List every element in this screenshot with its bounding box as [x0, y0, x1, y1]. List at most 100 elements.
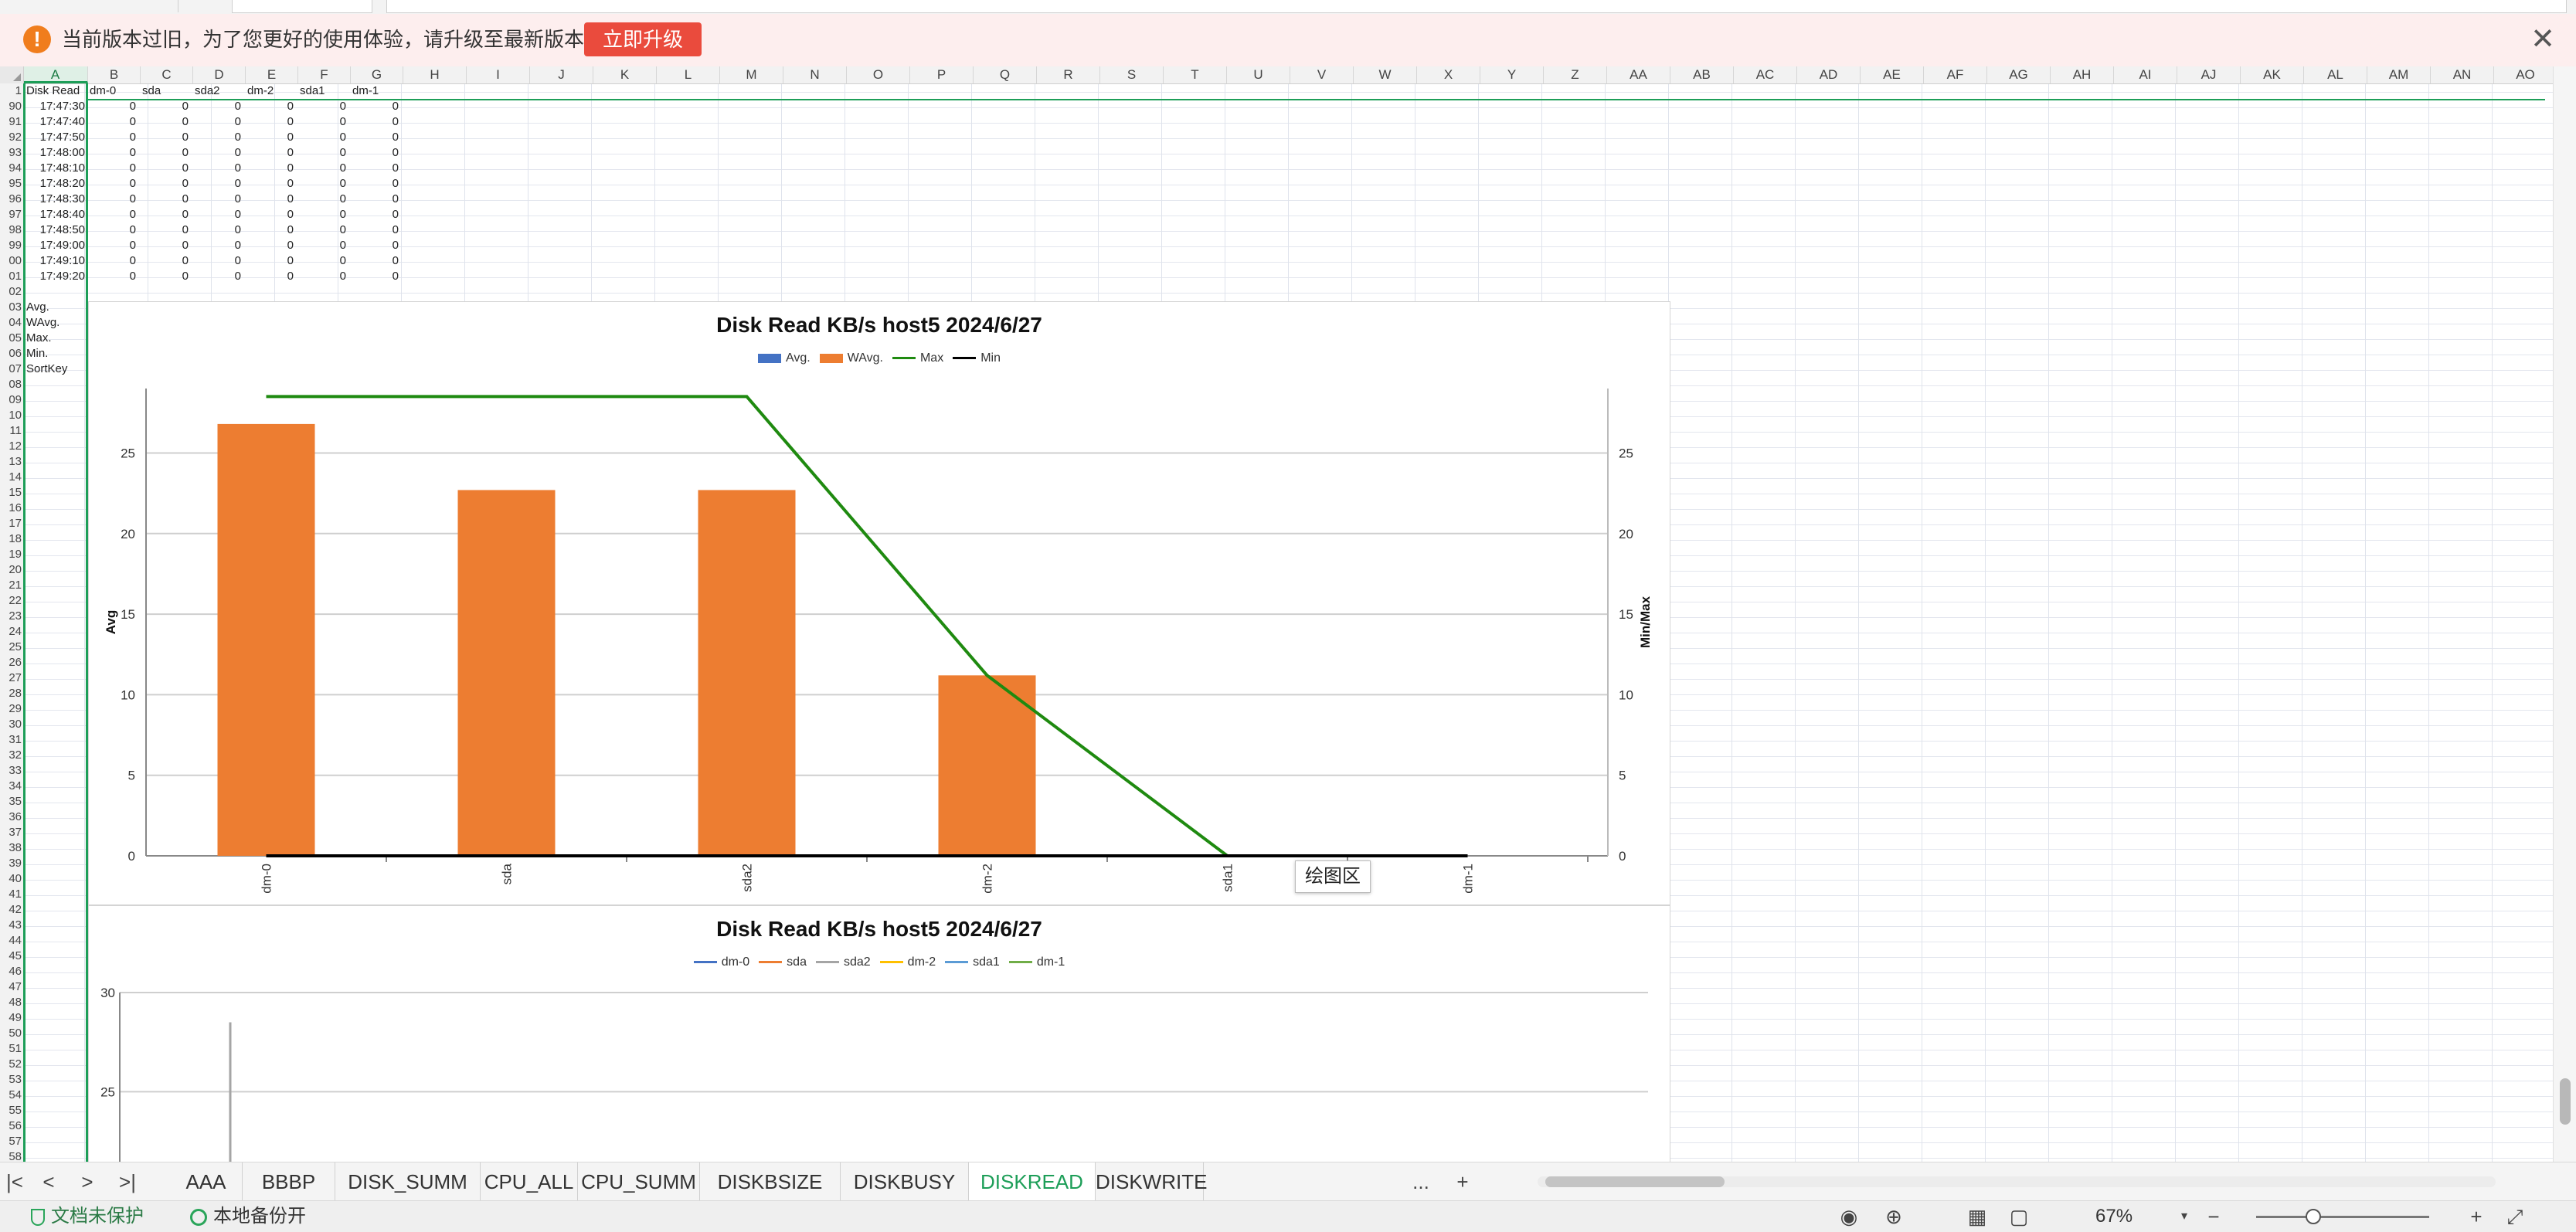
cell[interactable]: sda1 [300, 83, 351, 99]
cell[interactable]: 0 [193, 207, 241, 222]
cell[interactable]: 0 [193, 192, 241, 207]
row-header[interactable]: 00 [0, 253, 23, 269]
cell[interactable]: 0 [351, 114, 399, 130]
cell[interactable]: 0 [88, 130, 136, 145]
row-header[interactable]: 42 [0, 902, 23, 918]
cell[interactable]: 0 [351, 145, 399, 161]
column-header-E[interactable]: E [246, 66, 298, 83]
cell[interactable]: 0 [193, 99, 241, 114]
cell[interactable]: 0 [298, 130, 346, 145]
add-sheet-button[interactable]: + [1448, 1169, 1477, 1195]
row-header[interactable]: 10 [0, 408, 23, 423]
cell[interactable]: 0 [298, 176, 346, 192]
cell[interactable]: 0 [246, 253, 294, 269]
column-header-H[interactable]: H [403, 66, 467, 83]
close-icon[interactable]: ✕ [2527, 23, 2559, 56]
row-header[interactable]: 05 [0, 331, 23, 346]
row-header[interactable]: 03 [0, 300, 23, 315]
column-header-I[interactable]: I [467, 66, 530, 83]
cell[interactable]: Avg. [26, 300, 88, 315]
cell[interactable]: 0 [351, 253, 399, 269]
column-header-G[interactable]: G [351, 66, 403, 83]
cell[interactable]: 0 [298, 253, 346, 269]
row-header[interactable]: 98 [0, 222, 23, 238]
zoom-level[interactable]: 67% [2095, 1201, 2133, 1232]
cell[interactable]: sda [142, 83, 193, 99]
column-header-AN[interactable]: AN [2431, 66, 2494, 83]
column-header-AB[interactable]: AB [1670, 66, 1734, 83]
row-header[interactable]: 30 [0, 717, 23, 732]
fullscreen-icon[interactable]: ⤢ [2503, 1206, 2527, 1227]
cell[interactable]: 17:48:10 [26, 161, 85, 176]
cell[interactable]: 0 [141, 207, 189, 222]
row-header[interactable]: 51 [0, 1041, 23, 1057]
prev-sheet-button[interactable]: < [34, 1169, 63, 1195]
row-header[interactable]: 13 [0, 454, 23, 470]
row-header[interactable]: 14 [0, 470, 23, 485]
cell[interactable]: 0 [193, 238, 241, 253]
column-header-D[interactable]: D [193, 66, 246, 83]
cell[interactable]: 0 [246, 145, 294, 161]
zoom-slider[interactable] [2256, 1201, 2429, 1232]
cell[interactable]: 0 [298, 269, 346, 284]
column-header-T[interactable]: T [1164, 66, 1227, 83]
row-header[interactable]: 1 [0, 83, 23, 99]
cell[interactable]: 0 [193, 253, 241, 269]
row-header[interactable]: 08 [0, 377, 23, 392]
row-header[interactable]: 24 [0, 624, 23, 640]
sheet-tab-aaa[interactable]: AAA [170, 1162, 243, 1201]
cell[interactable]: 0 [351, 269, 399, 284]
column-header-N[interactable]: N [783, 66, 847, 83]
cell[interactable]: 0 [351, 99, 399, 114]
row-header[interactable]: 93 [0, 145, 23, 161]
column-header-Q[interactable]: Q [974, 66, 1037, 83]
cell[interactable]: 0 [193, 145, 241, 161]
row-header[interactable]: 97 [0, 207, 23, 222]
cell[interactable]: 0 [88, 161, 136, 176]
backup-status[interactable]: 本地备份开 [190, 1201, 306, 1232]
upgrade-button[interactable]: 立即升级 [584, 22, 702, 56]
cell[interactable]: 0 [141, 130, 189, 145]
column-header-Z[interactable]: Z [1544, 66, 1607, 83]
formula-bar[interactable] [386, 0, 2567, 13]
row-header[interactable]: 09 [0, 392, 23, 408]
row-header[interactable]: 11 [0, 423, 23, 439]
first-sheet-button[interactable]: |< [0, 1169, 29, 1195]
row-header[interactable]: 01 [0, 269, 23, 284]
cell[interactable]: 0 [298, 99, 346, 114]
row-header[interactable]: 32 [0, 748, 23, 763]
row-header[interactable]: 94 [0, 161, 23, 176]
cell[interactable]: sda2 [195, 83, 246, 99]
column-header-AF[interactable]: AF [1924, 66, 1987, 83]
row-header[interactable]: 56 [0, 1118, 23, 1134]
cell[interactable]: 17:48:20 [26, 176, 85, 192]
row-header[interactable]: 22 [0, 593, 23, 609]
row-header[interactable]: 18 [0, 531, 23, 547]
cell[interactable]: 0 [193, 161, 241, 176]
cell[interactable]: 0 [193, 176, 241, 192]
row-header[interactable]: 50 [0, 1026, 23, 1041]
row-header[interactable]: 96 [0, 192, 23, 207]
row-header[interactable]: 91 [0, 114, 23, 130]
sheet-tab-cpu_all[interactable]: CPU_ALL [481, 1162, 578, 1201]
page-view-icon[interactable]: ▢ [2007, 1206, 2031, 1227]
scroll-thumb[interactable] [2560, 1078, 2571, 1125]
row-header[interactable]: 46 [0, 964, 23, 979]
row-header[interactable]: 53 [0, 1072, 23, 1088]
row-header[interactable]: 92 [0, 130, 23, 145]
doc-tab[interactable] [0, 0, 178, 12]
cell[interactable]: 0 [298, 161, 346, 176]
cell[interactable]: 0 [141, 238, 189, 253]
column-header-V[interactable]: V [1290, 66, 1354, 83]
cell[interactable]: 0 [141, 269, 189, 284]
row-header[interactable]: 47 [0, 979, 23, 995]
normal-view-icon[interactable]: ▦ [1966, 1206, 1989, 1227]
chart-plot-area[interactable]: 0 0 5 5 10 10 15 15 20 20 25 25 Avg Min/Max dm-0 sda sda… [89, 302, 1670, 905]
row-header[interactable]: 34 [0, 779, 23, 794]
column-header-AM[interactable]: AM [2367, 66, 2431, 83]
row-header[interactable]: 12 [0, 439, 23, 454]
column-header-X[interactable]: X [1417, 66, 1480, 83]
cell[interactable]: 0 [298, 192, 346, 207]
cell[interactable]: 0 [193, 222, 241, 238]
sheet-tab-cpu_summ[interactable]: CPU_SUMM [578, 1162, 700, 1201]
